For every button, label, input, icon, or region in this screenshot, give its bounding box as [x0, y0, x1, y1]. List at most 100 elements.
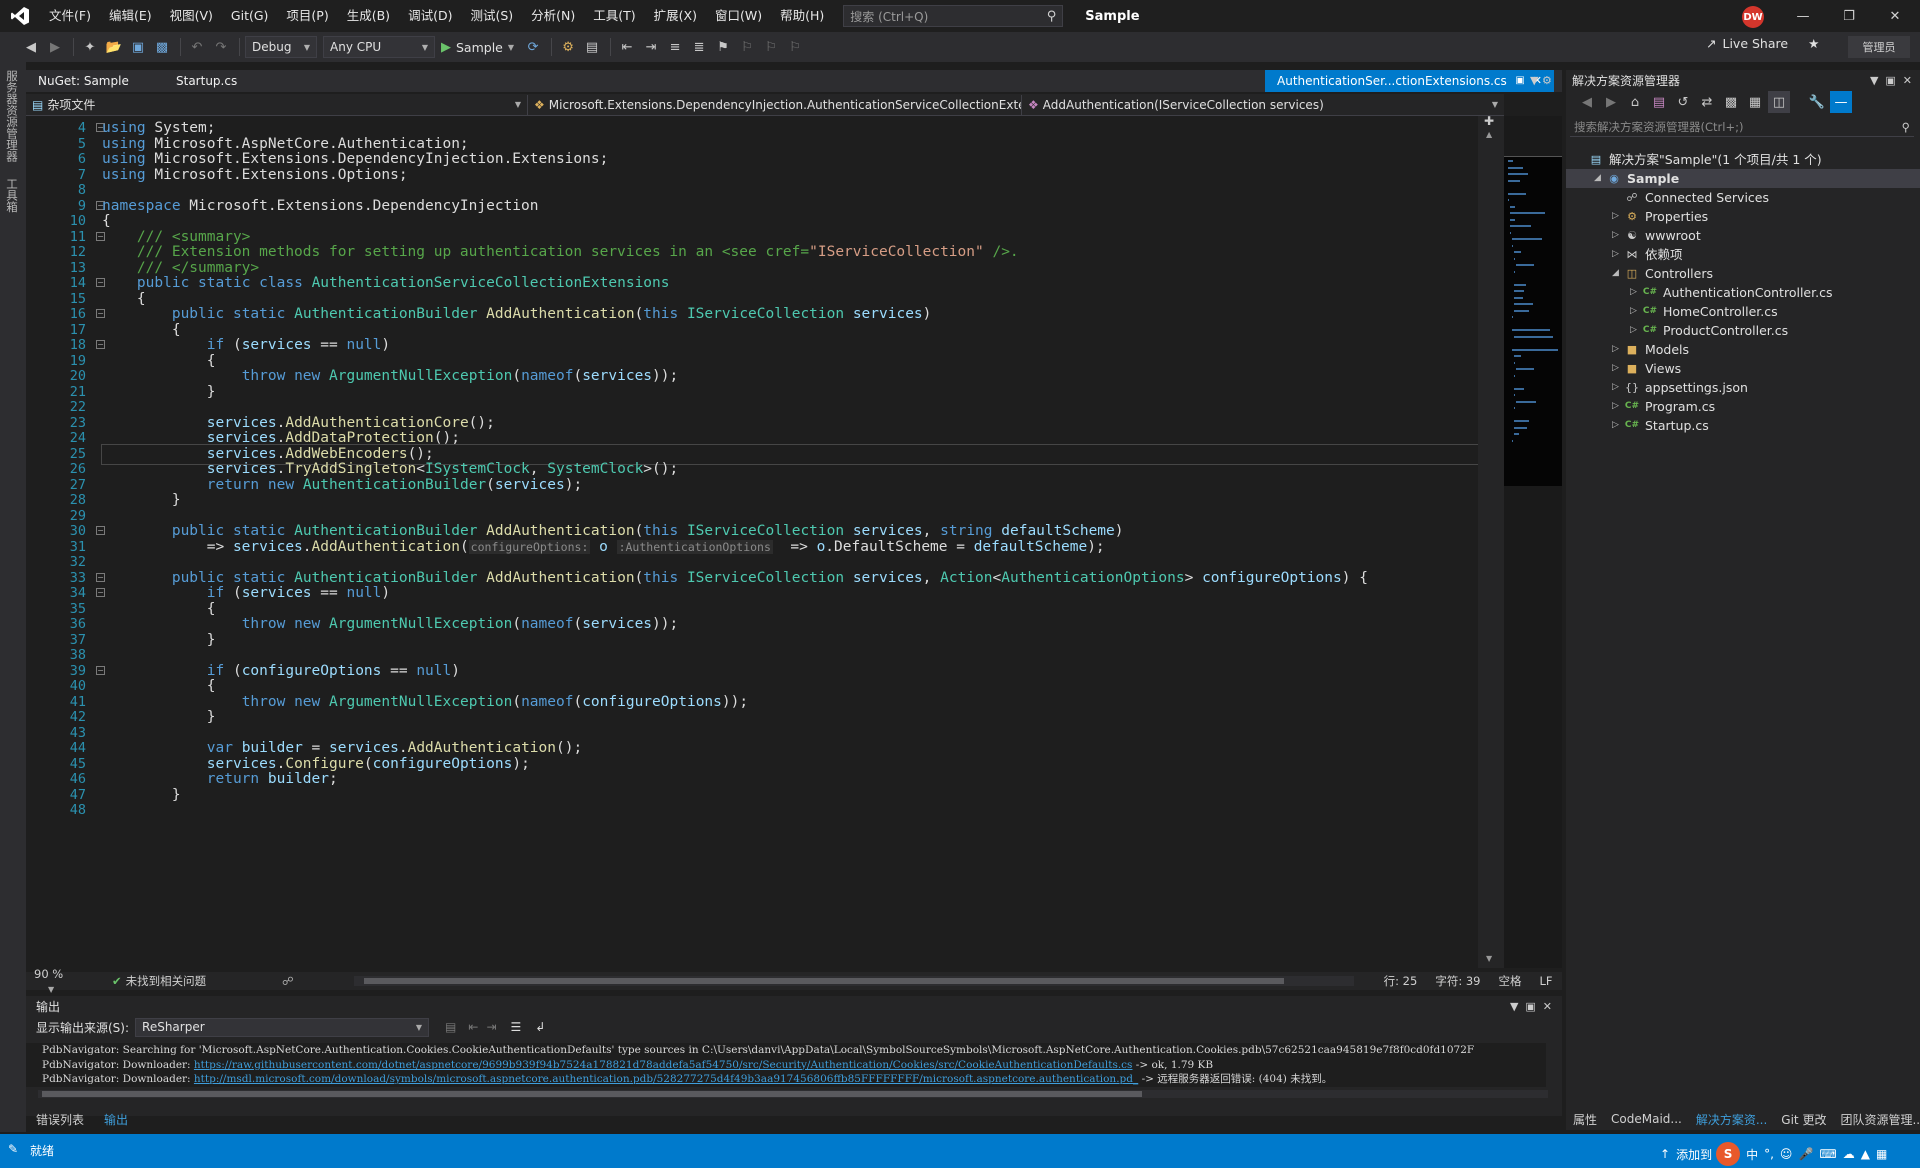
expanded-arrow-icon[interactable]: ◢ — [1594, 169, 1606, 188]
collapsed-arrow-icon[interactable]: ▷ — [1612, 359, 1624, 378]
menu-item[interactable]: 帮助(H) — [771, 0, 833, 32]
properties-wrench-icon[interactable]: 🔧 — [1806, 91, 1828, 113]
skin-icon[interactable]: ☁ — [1843, 1147, 1855, 1161]
prev-bookmark-icon[interactable]: ⚐ — [736, 36, 758, 58]
tree-item[interactable]: ☍ Connected Services — [1612, 188, 1769, 207]
code-line[interactable]: } — [102, 786, 181, 805]
tree-item[interactable]: ▷ ■ Views — [1612, 359, 1681, 378]
menu-item[interactable]: 扩展(X) — [645, 0, 706, 32]
zoom-level[interactable]: 90 % ▼ — [26, 967, 86, 995]
back-icon[interactable]: ◀ — [1576, 91, 1598, 113]
code-line[interactable]: => services.AddAuthentication(configureO… — [102, 538, 1105, 557]
code-line[interactable]: } — [102, 383, 216, 402]
tab-overflow-icon[interactable]: ▼ ⚙ — [1530, 70, 1552, 92]
tree-item[interactable]: ▤ 解决方案"Sample"(1 个项目/共 1 个) — [1576, 150, 1822, 169]
solution-search-input[interactable]: 搜索解决方案资源管理器(Ctrl+;) ⚲ — [1570, 117, 1914, 137]
next-message-icon[interactable]: ⇥ — [486, 1020, 496, 1034]
shirt-icon[interactable]: ▲ — [1861, 1147, 1870, 1161]
project-dropdown[interactable]: ▤ 杂项文件 ▼ — [26, 94, 528, 115]
new-project-icon[interactable]: ✦ — [79, 36, 101, 58]
eol-indicator[interactable]: LF — [1540, 974, 1553, 988]
word-wrap-icon[interactable]: ↲ — [535, 1020, 545, 1034]
comment-icon[interactable]: ≡ — [664, 36, 686, 58]
collapsed-arrow-icon[interactable]: ▷ — [1612, 378, 1624, 397]
tree-item[interactable]: ▷ ⋈ 依赖项 — [1612, 245, 1683, 264]
tree-item[interactable]: ◢ ◉ Sample — [1566, 169, 1920, 188]
start-debugging-button[interactable]: ▶ Sample ▼ — [441, 40, 514, 55]
whitespace-indicator[interactable]: 空格 — [1499, 973, 1522, 989]
preview-icon[interactable]: — — [1830, 91, 1852, 113]
tree-item[interactable]: ▷ ⚙ Properties — [1612, 207, 1708, 226]
refresh-icon[interactable]: ⟳ — [522, 36, 544, 58]
history-icon[interactable]: ↺ — [1672, 91, 1694, 113]
collapsed-arrow-icon[interactable]: ▷ — [1612, 416, 1624, 435]
code-line[interactable]: public static class AuthenticationServic… — [102, 274, 670, 293]
tab-team-explorer[interactable]: 团队资源管理... — [1833, 1111, 1920, 1128]
toolbox-tab[interactable]: 工具箱 — [0, 170, 20, 221]
member-dropdown[interactable]: ❖ AddAuthentication(IServiceCollection s… — [1022, 95, 1504, 115]
collapse-all-icon[interactable]: ▩ — [1720, 91, 1742, 113]
output-text-area[interactable]: PdbNavigator: Searching for 'Microsoft.A… — [26, 1043, 1546, 1087]
open-file-icon[interactable]: 📂 — [103, 36, 125, 58]
admin-badge[interactable]: 管理员 — [1848, 36, 1910, 58]
next-bookmark-icon[interactable]: ⚐ — [760, 36, 782, 58]
code-line[interactable]: public static AuthenticationBuilder AddA… — [102, 305, 932, 324]
forward-icon[interactable]: ▶ — [1600, 91, 1622, 113]
editor-horizontal-scrollbar[interactable] — [353, 976, 1354, 986]
collapsed-arrow-icon[interactable]: ▷ — [1630, 283, 1642, 302]
tab-output[interactable]: 输出 — [94, 1111, 138, 1128]
menu-item[interactable]: 文件(F) — [40, 0, 100, 32]
add-to-source-control[interactable]: 添加到 — [1676, 1146, 1712, 1163]
tree-item[interactable]: ▷ C# AuthenticationController.cs — [1630, 283, 1832, 302]
tab-solution-explorer[interactable]: 解决方案资... — [1689, 1111, 1774, 1128]
menu-item[interactable]: 生成(B) — [338, 0, 399, 32]
save-icon[interactable]: ▣ — [127, 36, 149, 58]
ime-logo-icon[interactable]: S — [1716, 1142, 1741, 1166]
menu-item[interactable]: 项目(P) — [277, 0, 337, 32]
editor-vertical-scrollbar[interactable]: ✚ ▲ ▼ — [1478, 114, 1504, 968]
sync-icon[interactable]: ⇄ — [1696, 91, 1718, 113]
tree-item[interactable]: ▷ ☯ wwwroot — [1612, 226, 1701, 245]
output-link[interactable]: http://msdl.microsoft.com/download/symbo… — [194, 1073, 1138, 1085]
code-editor[interactable]: 4−5 6 7 8 9−10 11−12 13 14−15 16−17 18−19 20 21 22 23… — [26, 116, 1504, 968]
find-message-icon[interactable]: ▤ — [445, 1020, 456, 1034]
grid-menu-icon[interactable]: ▦ — [1876, 1147, 1887, 1161]
code-line[interactable]: using Microsoft.Extensions.Options; — [102, 166, 408, 185]
visual-studio-logo-icon[interactable] — [0, 0, 40, 32]
browser-link-icon[interactable]: ⚙ — [557, 36, 579, 58]
restore-icon[interactable]: ❐ — [1826, 0, 1872, 32]
filter-icon[interactable]: ◫ — [1768, 91, 1790, 113]
collapsed-arrow-icon[interactable]: ▷ — [1612, 207, 1624, 226]
menu-item[interactable]: 编辑(E) — [100, 0, 161, 32]
panel-window-icons[interactable]: ▼ ▣ ✕ — [1510, 1000, 1552, 1013]
code-minimap[interactable] — [1504, 116, 1562, 968]
feedback-icon[interactable]: ★ — [1808, 36, 1819, 51]
tab-startup[interactable]: Startup.cs — [164, 70, 249, 92]
menu-item[interactable]: 分析(N) — [522, 0, 584, 32]
redo-icon[interactable]: ↷ — [210, 36, 232, 58]
search-icon[interactable]: ⚲ — [1047, 9, 1057, 24]
server-explorer-tab[interactable]: 服务器资源管理器 — [0, 62, 20, 170]
expanded-arrow-icon[interactable]: ◢ — [1612, 264, 1624, 283]
menu-item[interactable]: 测试(S) — [461, 0, 522, 32]
tree-item[interactable]: ▷ C# HomeController.cs — [1630, 302, 1778, 321]
panel-window-icons[interactable]: ▼ ▣ ✕ — [1870, 74, 1912, 87]
scrollbar-thumb[interactable] — [42, 1091, 1142, 1097]
keyboard-icon[interactable]: ⌨ — [1819, 1147, 1836, 1161]
bookmark-icon[interactable]: ⚑ — [712, 36, 734, 58]
tab-properties[interactable]: 属性 — [1566, 1111, 1604, 1128]
menu-item[interactable]: 工具(T) — [584, 0, 644, 32]
tab-active-file[interactable]: AuthenticationSer...ctionExtensions.cs ▣… — [1265, 70, 1554, 92]
ime-chinese-icon[interactable]: 中 — [1746, 1146, 1758, 1163]
clear-bookmarks-icon[interactable]: ⚐ — [784, 36, 806, 58]
collapsed-arrow-icon[interactable]: ▷ — [1612, 397, 1624, 416]
tree-item[interactable]: ◢ ◫ Controllers — [1612, 264, 1713, 283]
output-horizontal-scrollbar[interactable] — [38, 1090, 1548, 1098]
collapsed-arrow-icon[interactable]: ▷ — [1612, 226, 1624, 245]
tree-item[interactable]: ▷ C# ProductController.cs — [1630, 321, 1788, 340]
tab-error-list[interactable]: 错误列表 — [26, 1111, 94, 1128]
branch-icon[interactable]: ☍ — [282, 974, 294, 988]
code-line[interactable]: } — [102, 491, 181, 510]
live-share-button[interactable]: ↗ Live Share ★ — [1706, 36, 1819, 51]
scrollbar-thumb[interactable] — [363, 978, 1284, 984]
